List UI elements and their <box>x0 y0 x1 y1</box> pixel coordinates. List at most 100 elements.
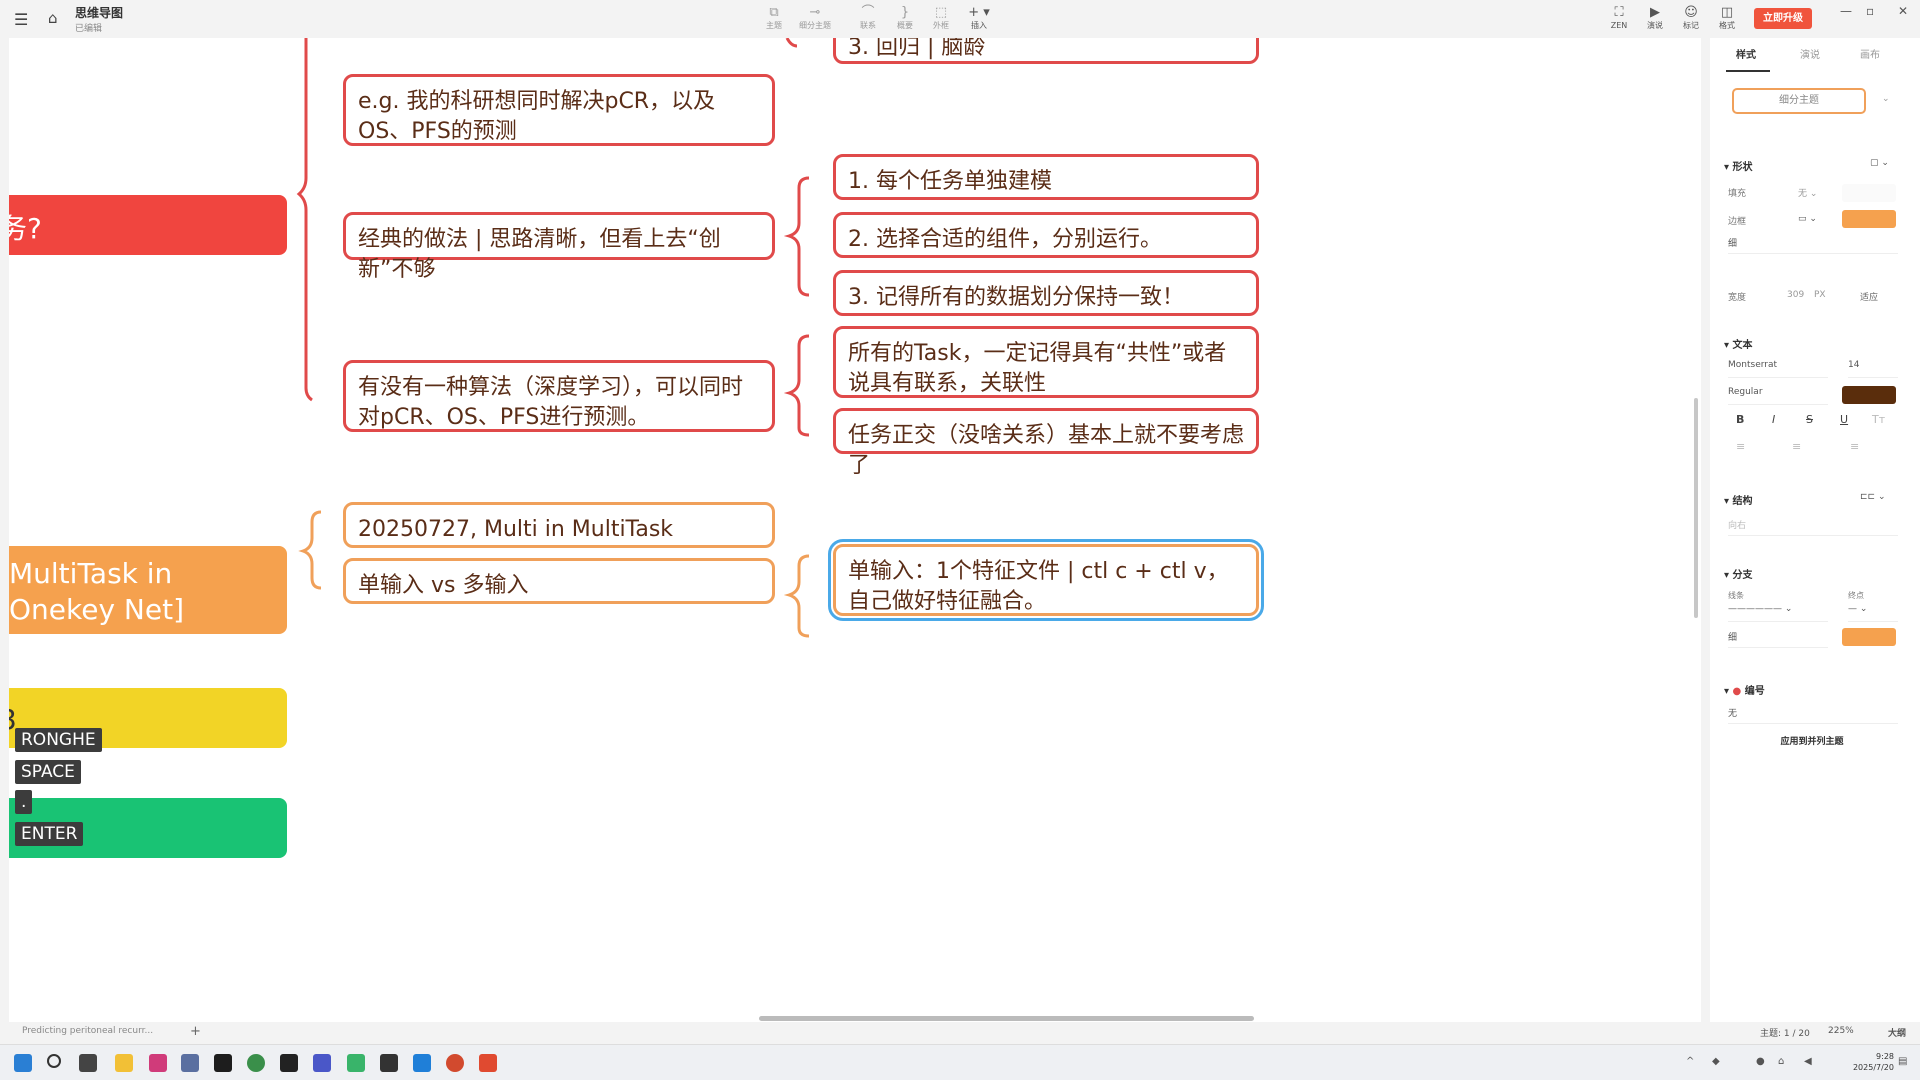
app-icon-4[interactable] <box>313 1054 331 1072</box>
minimize-icon[interactable]: — <box>1840 4 1852 18</box>
fill-select[interactable]: 无 ⌄ <box>1798 186 1817 199</box>
topic-orthogonal-tasks[interactable]: 任务正交（没啥关系）基本上就不要考虑了 <box>833 408 1259 478</box>
branch-weight-select[interactable]: 细 <box>1728 630 1828 648</box>
terminal-icon[interactable] <box>380 1054 398 1072</box>
upgrade-button[interactable]: 立即升级 <box>1754 8 1812 29</box>
border-color-swatch[interactable] <box>1842 210 1896 228</box>
topic-multi-in-multitask[interactable]: 20250727, Multi in MultiTask <box>343 502 775 548</box>
app-icon-6[interactable] <box>479 1054 497 1072</box>
font-family-select[interactable]: Montserrat <box>1728 360 1828 378</box>
topic-consistent-split[interactable]: 3. 记得所有的数据划分保持一致！ <box>833 270 1259 316</box>
font-weight-select[interactable]: Regular <box>1728 387 1828 405</box>
font-size-select[interactable]: 14 <box>1848 360 1898 378</box>
subtopic-icon: ⊸ <box>809 5 821 20</box>
new-tab-icon[interactable]: + <box>190 1024 201 1039</box>
file-explorer-icon[interactable] <box>115 1054 133 1072</box>
topic-style-select[interactable]: 细分主题 <box>1732 88 1866 114</box>
app-icon-5[interactable] <box>413 1054 431 1072</box>
format-panel-button[interactable]: ◫ 格式 <box>1707 5 1747 31</box>
structure-icon[interactable]: ⊏⊏ ⌄ <box>1860 492 1885 502</box>
toolbar-summary-button[interactable]: } 概要 <box>885 5 925 31</box>
width-value[interactable]: 309 <box>1787 290 1804 300</box>
task-view-icon[interactable] <box>79 1054 97 1072</box>
search-icon[interactable] <box>47 1054 61 1068</box>
close-icon[interactable]: ✕ <box>1898 4 1908 18</box>
app-icon-3[interactable] <box>280 1054 298 1072</box>
toolbar-boundary-button[interactable]: ⬚ 外框 <box>921 5 961 31</box>
underline-icon[interactable]: U <box>1840 413 1848 426</box>
apply-to-siblings-button[interactable]: 应用到并列主题 <box>1724 734 1900 747</box>
topic-regression[interactable]: 3. 回归 | 脑龄 <box>833 38 1259 64</box>
align-left-icon[interactable]: ≡ <box>1736 440 1745 453</box>
strikethrough-icon[interactable]: S <box>1806 413 1813 426</box>
vertical-scrollbar[interactable] <box>1694 398 1698 618</box>
maximize-icon[interactable]: ▫ <box>1866 4 1874 18</box>
toolbar-insert-button[interactable]: + ▾ 插入 <box>959 5 999 31</box>
fit-width-button[interactable]: 适应 <box>1860 290 1878 303</box>
tab-present[interactable]: 演说 <box>1800 46 1820 61</box>
app-icon-2[interactable] <box>181 1054 199 1072</box>
notification-icon[interactable]: ▤ <box>1898 1056 1907 1067</box>
microphone-icon[interactable]: ● <box>1756 1056 1765 1067</box>
tray-app-icon[interactable]: ◆ <box>1712 1056 1720 1067</box>
fill-color-swatch[interactable] <box>1842 184 1896 202</box>
section-shape[interactable]: ▾ 形状 <box>1724 158 1753 173</box>
numbering-select[interactable]: 无 <box>1728 706 1898 724</box>
topic-single-vs-multi-input[interactable]: 单输入 vs 多输入 <box>343 558 775 604</box>
toolbar-subtopic-button[interactable]: ⊸ 细分主题 <box>795 5 835 31</box>
home-icon[interactable]: ⌂ <box>48 9 58 27</box>
marker-button[interactable]: ☺ 标记 <box>1671 5 1711 31</box>
topic-choose-components[interactable]: 2. 选择合适的组件，分别运行。 <box>833 212 1259 258</box>
section-numbering[interactable]: ▾ ● 编号 <box>1724 682 1765 697</box>
branch-line-select[interactable]: —————— ⌄ <box>1728 604 1828 622</box>
topic-example[interactable]: e.g. 我的科研想同时解决pCR，以及OS、PFS的预测 <box>343 74 775 146</box>
branch-color-swatch[interactable] <box>1842 628 1896 646</box>
zen-mode-button[interactable]: ⛶ ZEN <box>1599 5 1639 31</box>
topic-deep-learning[interactable]: 有没有一种算法（深度学习），可以同时对pCR、OS、PFS进行预测。 <box>343 360 775 432</box>
relation-icon: ⌒ <box>861 5 875 20</box>
structure-direction-select[interactable]: 向右 <box>1728 518 1898 536</box>
toolbar-relation-button[interactable]: ⌒ 联系 <box>848 5 888 31</box>
topic-task-commonality[interactable]: 所有的Task，一定记得具有“共性”或者说具有联系，关联性 <box>833 326 1259 398</box>
toolbar-topic-button[interactable]: ⧉ 主题 <box>754 5 794 31</box>
topic-classic-approach[interactable]: 经典的做法 | 思路清晰，但看上去“创新”不够 <box>343 212 775 282</box>
align-center-icon[interactable]: ≡ <box>1792 440 1801 453</box>
volume-icon[interactable]: ◀ <box>1804 1056 1812 1067</box>
border-weight-select[interactable]: 细 <box>1728 236 1898 254</box>
chrome-icon[interactable] <box>247 1054 265 1072</box>
pycharm-icon[interactable] <box>214 1054 232 1072</box>
topic-single-input-editing[interactable]: 单输入：1个特征文件 | ctl c + ctl v，自己做好特征融合。 <box>828 539 1264 621</box>
section-structure[interactable]: ▾ 结构 <box>1724 492 1753 507</box>
active-tab-indicator <box>1726 70 1770 72</box>
italic-icon[interactable]: I <box>1772 413 1775 426</box>
tray-chevron-icon[interactable]: ^ <box>1686 1056 1694 1067</box>
section-branch[interactable]: ▾ 分支 <box>1724 566 1753 581</box>
present-button[interactable]: ▶ 演说 <box>1635 5 1675 31</box>
bold-icon[interactable]: B <box>1736 413 1744 426</box>
horizontal-scrollbar[interactable] <box>759 1016 1254 1021</box>
zoom-level[interactable]: 225% <box>1828 1026 1854 1036</box>
shape-icon[interactable]: ▢ ⌄ <box>1870 158 1889 168</box>
system-clock[interactable]: 9:28 2025/7/20 <box>1853 1051 1894 1073</box>
document-tab[interactable]: Predicting peritoneal recurr... <box>22 1026 153 1036</box>
app-icon-1[interactable] <box>149 1054 167 1072</box>
chevron-down-icon[interactable]: ⌄ <box>1882 94 1890 104</box>
network-icon[interactable]: ⌂ <box>1778 1056 1784 1067</box>
mindmap-app-icon[interactable] <box>347 1054 365 1072</box>
powerpoint-icon[interactable] <box>446 1054 464 1072</box>
windows-start-icon[interactable] <box>14 1054 32 1072</box>
main-topic-1[interactable]: 务? <box>9 195 287 255</box>
menu-icon[interactable]: ☰ <box>14 10 28 29</box>
topic-separate-models[interactable]: 1. 每个任务单独建模 <box>833 154 1259 200</box>
mindmap-canvas[interactable]: 务? MultiTask in Onekey Net] 3 e.g. 我的科研想… <box>9 38 1701 1022</box>
border-style-select[interactable]: ▭ ⌄ <box>1798 214 1817 224</box>
text-color-swatch[interactable] <box>1842 386 1896 404</box>
section-text[interactable]: ▾ 文本 <box>1724 336 1753 351</box>
branch-end-select[interactable]: — ⌄ <box>1848 604 1898 622</box>
align-right-icon[interactable]: ≡ <box>1850 440 1859 453</box>
main-topic-2[interactable]: MultiTask in Onekey Net] <box>9 546 287 634</box>
tab-canvas[interactable]: 画布 <box>1860 46 1880 61</box>
text-case-icon[interactable]: Tт <box>1872 413 1885 426</box>
outline-button[interactable]: 大纲 <box>1888 1026 1906 1039</box>
tab-style[interactable]: 样式 <box>1736 46 1756 61</box>
